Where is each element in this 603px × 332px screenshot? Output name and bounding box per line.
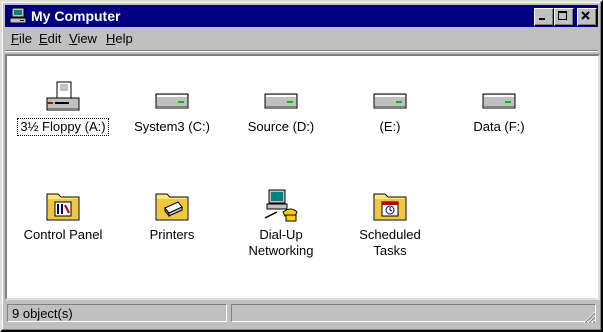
drive-a-item[interactable]: 3½ Floppy (A:) (13, 80, 113, 136)
item-label: Printers (149, 227, 195, 242)
resize-grip-icon[interactable] (582, 310, 596, 324)
drive-e-item[interactable]: (E:) (340, 80, 440, 135)
status-bar: 9 object(s) (5, 302, 598, 326)
close-button[interactable] (577, 8, 597, 26)
drive-c-item[interactable]: System3 (C:) (122, 80, 222, 135)
menu-separator (5, 50, 598, 52)
hard-drive-icon (482, 93, 516, 109)
item-label: Scheduled Tasks (359, 227, 421, 258)
title-bar[interactable]: My Computer (5, 5, 598, 27)
control-panel-item[interactable]: Control Panel (13, 188, 113, 243)
icon-view[interactable]: 3½ Floppy (A:) System3 (C:) Source (D:) (5, 54, 600, 300)
dial-up-networking-icon (264, 189, 298, 222)
menu-view[interactable]: View (67, 31, 99, 47)
scheduled-tasks-item[interactable]: Scheduled Tasks (340, 188, 440, 259)
drive-f-item[interactable]: Data (F:) (449, 80, 549, 135)
window-title: My Computer (31, 8, 121, 24)
scheduled-tasks-folder-icon (373, 193, 407, 221)
dial-up-networking-item[interactable]: Dial-Up Networking (231, 188, 331, 259)
menu-bar: File Edit View Help (5, 28, 598, 50)
item-label: Source (D:) (247, 119, 315, 134)
menu-file[interactable]: File (9, 31, 34, 47)
printers-folder-icon (155, 193, 189, 221)
item-label: System3 (C:) (134, 119, 210, 134)
control-panel-folder-icon (46, 193, 80, 221)
hard-drive-icon (264, 93, 298, 109)
minimize-button[interactable] (534, 8, 554, 26)
status-pane-secondary (231, 304, 596, 322)
maximize-icon (558, 11, 567, 20)
hard-drive-icon (373, 93, 407, 109)
printers-item[interactable]: Printers (122, 188, 222, 243)
maximize-button[interactable] (554, 8, 574, 26)
hard-drive-icon (155, 93, 189, 109)
item-label: Dial-Up Networking (248, 227, 314, 258)
my-computer-icon (9, 7, 27, 24)
menu-help[interactable]: Help (104, 31, 135, 47)
status-object-count: 9 object(s) (7, 304, 227, 322)
floppy-drive-icon (46, 81, 80, 111)
minimize-icon (539, 18, 545, 20)
item-label: 3½ Floppy (A:) (17, 118, 109, 136)
menu-edit[interactable]: Edit (37, 31, 63, 47)
item-label: Control Panel (23, 227, 103, 242)
my-computer-window: My Computer File Edit View Help 3½ Flopp… (0, 0, 603, 332)
item-label: Data (F:) (473, 119, 525, 134)
close-icon (581, 11, 590, 20)
drive-d-item[interactable]: Source (D:) (231, 80, 331, 135)
item-label: (E:) (379, 119, 401, 134)
